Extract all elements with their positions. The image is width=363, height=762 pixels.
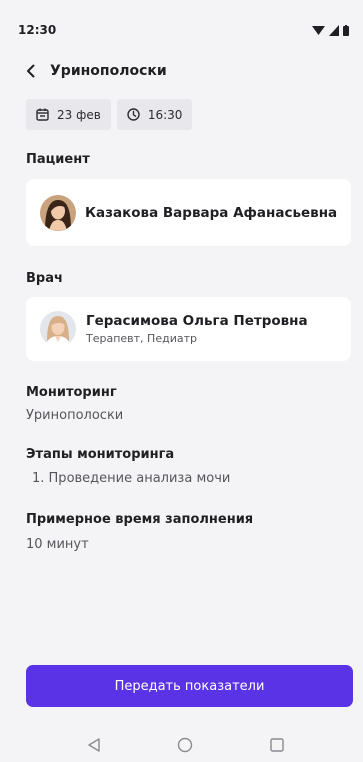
status-bar: 12:30 — [18, 18, 349, 42]
doctor-info: Герасимова Ольга Петровна Терапевт, Педи… — [86, 313, 308, 345]
time-chip[interactable]: 16:30 — [116, 99, 193, 130]
status-icons — [312, 24, 349, 36]
page-title: Уринополоски — [50, 63, 167, 79]
status-time: 12:30 — [18, 23, 57, 37]
patient-avatar — [40, 194, 76, 231]
doctor-name: Герасимова Ольга Петровна — [86, 313, 308, 329]
back-button[interactable] — [22, 62, 40, 80]
system-nav-bar — [8, 728, 363, 762]
monitoring-label: Мониторинг — [26, 385, 117, 400]
patient-name: Казакова Варвара Афанасьевна — [85, 204, 338, 221]
date-chip[interactable]: 23 фев — [26, 99, 111, 130]
wifi-icon — [312, 25, 325, 35]
estimated-time-value: 10 минут — [26, 537, 89, 552]
submit-button-label: Передать показатели — [114, 678, 265, 694]
battery-icon — [343, 24, 349, 36]
signal-icon — [329, 24, 339, 36]
clock-icon — [127, 108, 140, 121]
nav-recents-button[interactable] — [267, 735, 287, 755]
doctor-card[interactable]: Герасимова Ольга Петровна Терапевт, Педи… — [26, 297, 351, 361]
estimated-time-label: Примерное время заполнения — [26, 512, 254, 527]
triangle-back-icon — [88, 738, 100, 752]
square-recents-icon — [270, 738, 284, 752]
patient-card[interactable]: Казакова Варвара Афанасьевна — [26, 179, 351, 246]
monitoring-value: Уринополоски — [26, 408, 124, 423]
submit-readings-button[interactable]: Передать показатели — [26, 665, 353, 707]
appointment-chips: 23 фев 16:30 — [26, 99, 193, 130]
nav-back-button[interactable] — [84, 735, 104, 755]
doctor-specialty: Терапевт, Педиатр — [86, 332, 197, 345]
time-chip-label: 16:30 — [147, 107, 183, 122]
circle-home-icon — [178, 737, 193, 753]
stages-item: 1. Проведение анализа мочи — [32, 471, 231, 486]
doctor-avatar — [40, 311, 76, 347]
stages-label: Этапы мониторинга — [26, 447, 175, 462]
calendar-icon — [36, 108, 49, 121]
header: Уринополоски — [22, 62, 167, 80]
chevron-left-icon — [27, 64, 35, 78]
date-chip-label: 23 фев — [57, 107, 101, 122]
doctor-label: Врач — [26, 271, 63, 286]
patient-label: Пациент — [26, 152, 90, 167]
nav-home-button[interactable] — [175, 735, 195, 755]
